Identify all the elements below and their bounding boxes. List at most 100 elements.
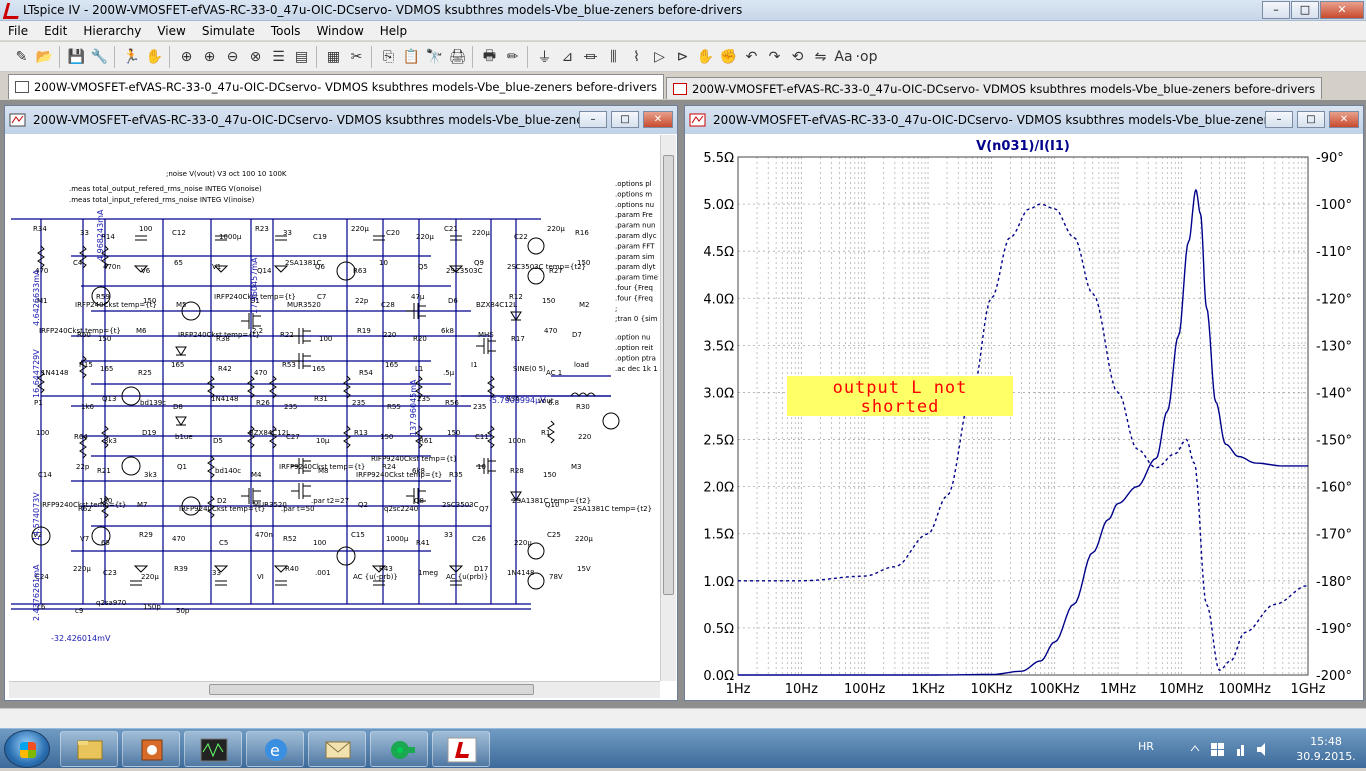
cut-icon[interactable]: ⎘ [377, 45, 400, 68]
component-label: 100 [319, 335, 332, 343]
redo-icon[interactable]: ⟲ [786, 45, 809, 68]
y-left-tick-label: 2.0Ω [703, 481, 734, 496]
bjt-icon[interactable] [336, 546, 356, 566]
label-net-icon[interactable]: ⏛ [579, 45, 602, 68]
menu-file[interactable]: File [0, 24, 36, 38]
component-label: C22 [514, 233, 528, 241]
taskbar-explorer[interactable] [60, 731, 118, 767]
minimize-button[interactable]: – [1262, 1, 1290, 19]
keyboard-language[interactable]: HR [1138, 740, 1154, 753]
waveform-maximize-button[interactable]: □ [1297, 111, 1325, 128]
component-label: 33 [212, 569, 221, 577]
taskbar-ltspice[interactable] [432, 731, 490, 767]
spice-directive-icon[interactable] [878, 45, 901, 68]
schematic-window-title-bar[interactable]: 200W-VMOSFET-efVAS-RC-33-0_47u-OIC-DCser… [5, 106, 677, 134]
close-button[interactable]: ✕ [1320, 1, 1364, 19]
diode-icon[interactable] [175, 416, 187, 426]
trace-label[interactable]: V(n031)/I(I1) [976, 139, 1070, 154]
tile-icon[interactable]: ✂ [345, 45, 368, 68]
control-panel-icon[interactable]: 🔧 [88, 45, 111, 68]
menu-simulate[interactable]: Simulate [194, 24, 263, 38]
mirror-icon[interactable]: Aa [832, 45, 855, 68]
waveform-minimize-button[interactable]: – [1265, 111, 1293, 128]
bjt-icon[interactable] [121, 456, 141, 476]
print-setup-icon[interactable]: 🖶 [478, 45, 501, 68]
menu-view[interactable]: View [149, 24, 193, 38]
paste-icon[interactable]: 🔭 [423, 45, 446, 68]
schematic-drawing[interactable]: ;noise V(vout) V3 oct 100 10 100K .meas t… [11, 136, 658, 681]
ltspice-app-icon [3, 2, 19, 18]
taskbar-internet-explorer[interactable]: e [246, 731, 304, 767]
text-icon[interactable]: ·op [855, 45, 878, 68]
zoom-pan-icon[interactable]: ⊕ [198, 45, 221, 68]
schematic-close-button[interactable]: ✕ [643, 111, 673, 128]
schematic-maximize-button[interactable]: □ [611, 111, 639, 128]
schematic-window-icon [9, 111, 27, 129]
mosfet-icon[interactable] [476, 338, 496, 354]
toolbar: ✎ 📂 💾 🔧 🏃 ✋ ⊕ ⊕ ⊖ ⊗ ☰ ▤ ▦ ✂ ⎘ 📋 🔭 🖨 🖶 ✏ ⏚ ⊿ ⏛ ⫼ ⌇ ▷ ⊳ ✋ ✊ ↶ ↷ ⟲ ⇋ Aa ·op [0, 42, 1366, 72]
cascade-icon[interactable]: ▦ [322, 45, 345, 68]
schematic-vertical-scrollbar[interactable] [660, 135, 676, 681]
mosfet-icon[interactable] [291, 483, 311, 499]
clock[interactable]: 15:48 30.9.2015. [1295, 734, 1357, 764]
copy-icon[interactable]: 📋 [400, 45, 423, 68]
save-icon[interactable]: 💾 [65, 45, 88, 68]
halt-icon[interactable]: ✋ [143, 45, 166, 68]
taskbar-task-manager[interactable] [122, 731, 180, 767]
inductor-icon[interactable]: ▷ [648, 45, 671, 68]
taskbar-game[interactable] [370, 731, 428, 767]
drag-icon[interactable]: ↶ [740, 45, 763, 68]
rotate-icon[interactable]: ⇋ [809, 45, 832, 68]
tab-waveform[interactable]: 200W-VMOSFET-efVAS-RC-33-0_47u-OIC-DCser… [666, 77, 1323, 99]
menu-help[interactable]: Help [372, 24, 415, 38]
voltage-source-icon[interactable] [527, 237, 545, 255]
zoom-in-icon[interactable]: ⊕ [175, 45, 198, 68]
menu-tools[interactable]: Tools [263, 24, 309, 38]
document-tab-bar: 200W-VMOSFET-efVAS-RC-33-0_47u-OIC-DCser… [0, 73, 1366, 99]
move-icon[interactable]: ✊ [717, 45, 740, 68]
print-icon[interactable]: ✏ [501, 45, 524, 68]
waveform-window[interactable]: 200W-VMOSFET-efVAS-RC-33-0_47u-OIC-DCser… [684, 105, 1364, 701]
start-button[interactable] [4, 730, 50, 768]
undo-icon[interactable]: ↷ [763, 45, 786, 68]
tab-schematic[interactable]: 200W-VMOSFET-efVAS-RC-33-0_47u-OIC-DCser… [8, 74, 665, 99]
maximize-button[interactable]: □ [1291, 1, 1319, 19]
component-icon[interactable]: ✋ [694, 45, 717, 68]
schematic-window[interactable]: 200W-VMOSFET-efVAS-RC-33-0_47u-OIC-DCser… [4, 105, 678, 701]
component-label: R38 [216, 335, 230, 343]
current-source-icon[interactable] [602, 412, 620, 430]
open-icon[interactable]: 📂 [33, 45, 56, 68]
probe-voltage-label: -32.426014mV [51, 634, 111, 643]
resistor-icon[interactable]: ⫼ [602, 45, 625, 68]
component-label: M8 [318, 467, 329, 475]
schematic-horizontal-scrollbar[interactable] [9, 681, 660, 698]
waveform-close-button[interactable]: ✕ [1329, 111, 1359, 128]
menu-edit[interactable]: Edit [36, 24, 75, 38]
component-label: Q13 [102, 395, 116, 403]
waveform-plot[interactable]: V(n031)/I(I1) 1Hz 10Hz 100Hz 1KHz 10KHz 100KHz… [686, 135, 1362, 699]
find-icon[interactable]: 🖨 [446, 45, 469, 68]
ground-icon[interactable]: ⊿ [556, 45, 579, 68]
run-icon[interactable]: 🏃 [120, 45, 143, 68]
app-title-bar[interactable]: LTspice IV - 200W-VMOSFET-efVAS-RC-33-0_… [0, 0, 1366, 21]
schematic-minimize-button[interactable]: – [579, 111, 607, 128]
y-left-tick-label: 5.5Ω [703, 151, 734, 166]
zoom-cancel-icon[interactable]: ⊗ [244, 45, 267, 68]
diode-icon[interactable]: ⊳ [671, 45, 694, 68]
taskbar-oscilloscope[interactable] [184, 731, 242, 767]
zoom-out-icon[interactable]: ⊖ [221, 45, 244, 68]
component-label: L1 [415, 365, 423, 373]
schematic-vscroll-thumb[interactable] [663, 155, 674, 595]
draw-wire-icon[interactable]: ☰ [267, 45, 290, 68]
menu-hierarchy[interactable]: Hierarchy [75, 24, 149, 38]
waveform-window-title-bar[interactable]: 200W-VMOSFET-efVAS-RC-33-0_47u-OIC-DCser… [685, 106, 1363, 134]
diode-icon[interactable] [175, 346, 187, 356]
menu-window[interactable]: Window [308, 24, 371, 38]
capacitor-icon[interactable]: ⌇ [625, 45, 648, 68]
view-netlist-icon[interactable]: ▤ [290, 45, 313, 68]
taskbar-mail[interactable] [308, 731, 366, 767]
pencil-icon[interactable]: ⏚ [533, 45, 556, 68]
schematic-hscroll-thumb[interactable] [209, 684, 534, 695]
new-schematic-icon[interactable]: ✎ [10, 45, 33, 68]
schematic-canvas[interactable]: ;noise V(vout) V3 oct 100 10 100K .meas t… [11, 136, 658, 681]
